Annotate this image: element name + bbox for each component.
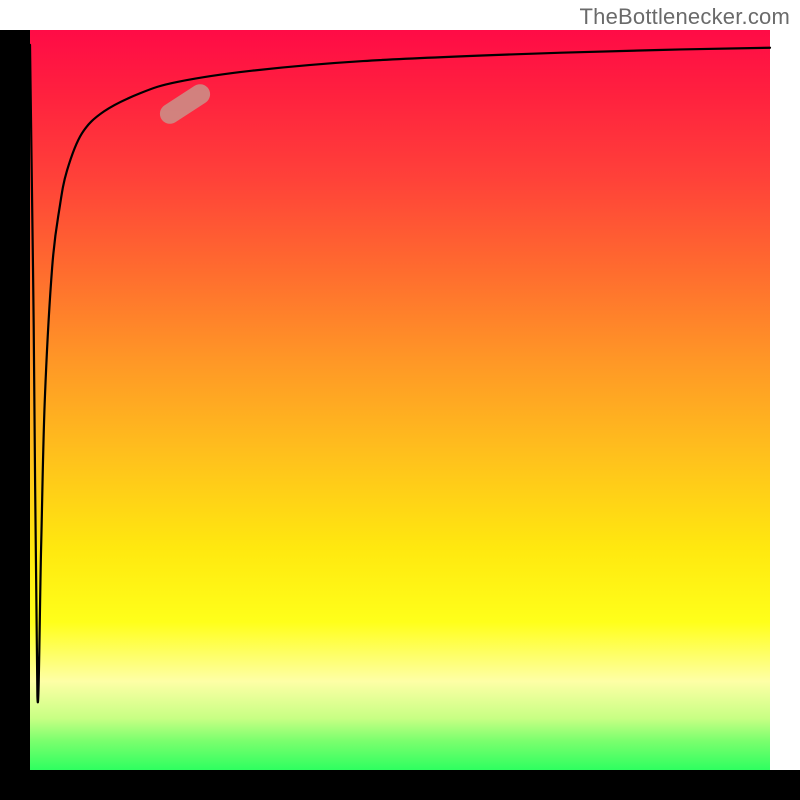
bottleneck-curve — [30, 45, 770, 703]
y-axis — [0, 30, 30, 770]
watermark-text: TheBottlenecker.com — [580, 4, 790, 30]
curve-layer — [30, 30, 770, 770]
chart-frame: TheBottlenecker.com — [0, 0, 800, 800]
plot-area — [30, 30, 770, 770]
x-axis — [0, 770, 800, 800]
